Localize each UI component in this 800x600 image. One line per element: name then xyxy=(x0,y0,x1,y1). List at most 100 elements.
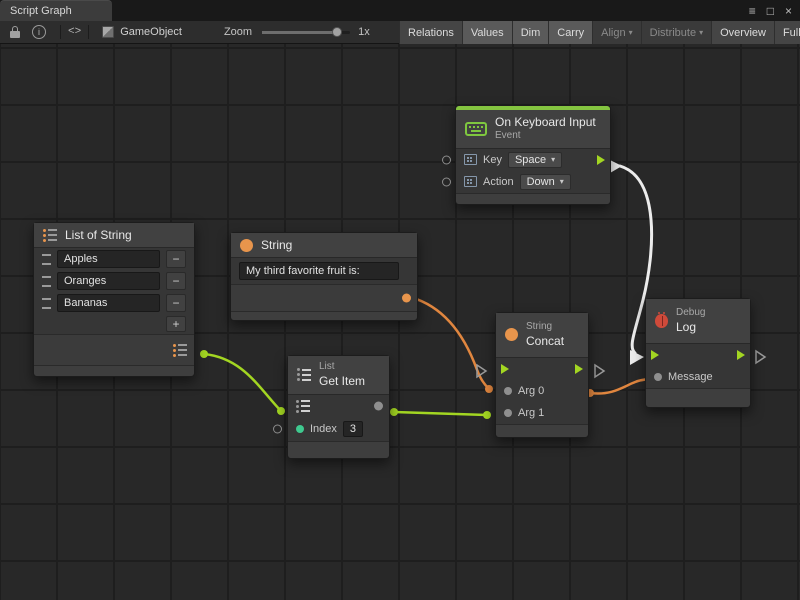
index-field[interactable]: 3 xyxy=(343,421,363,437)
menu-icon[interactable]: ≡ xyxy=(749,4,756,18)
carry-button[interactable]: Carry xyxy=(548,21,592,44)
maximize-icon[interactable]: □ xyxy=(767,4,774,18)
action-value-port[interactable] xyxy=(442,177,451,186)
node-footer xyxy=(456,193,610,204)
node-debug-log[interactable]: Debug Log Message xyxy=(645,298,751,408)
node-header[interactable]: List of String xyxy=(34,223,194,248)
action-row: Action Down ▾ xyxy=(456,171,610,193)
tab-title: Script Graph xyxy=(10,5,72,17)
overview-button[interactable]: Overview xyxy=(711,21,774,44)
dim-button[interactable]: Dim xyxy=(512,21,549,44)
align-button[interactable]: Align ▾ xyxy=(592,21,640,44)
index-port-dot[interactable] xyxy=(296,425,304,433)
list-item-field[interactable]: Apples xyxy=(57,250,160,268)
node-concat[interactable]: String Concat Arg 0 Arg 1 xyxy=(495,312,589,438)
key-label: Key xyxy=(483,154,502,166)
key-dropdown[interactable]: Space ▾ xyxy=(508,152,562,168)
fullscreen-button[interactable]: Full Screen xyxy=(774,21,800,44)
string-type-icon xyxy=(240,239,253,252)
zoom-slider[interactable] xyxy=(262,31,350,34)
lock-icon[interactable] xyxy=(10,31,20,38)
close-icon[interactable]: × xyxy=(785,4,792,18)
node-footer xyxy=(231,311,417,320)
node-footer xyxy=(288,441,389,458)
arg0-input-port[interactable] xyxy=(504,387,512,395)
event-flow-out-port[interactable] xyxy=(597,155,605,165)
message-row: Message xyxy=(646,366,750,388)
node-title: Log xyxy=(676,320,705,335)
tab-script-graph[interactable]: Script Graph xyxy=(0,0,112,21)
bug-icon xyxy=(655,314,668,328)
node-category: Debug xyxy=(676,307,705,320)
window-controls: ≡ □ × xyxy=(749,0,792,21)
string-output-port[interactable] xyxy=(402,294,411,303)
flow-out-arrow[interactable] xyxy=(575,364,583,374)
flow-out-arrow[interactable] xyxy=(737,350,745,360)
toolbar-divider xyxy=(88,25,89,39)
action-label: Action xyxy=(483,176,514,188)
list-item-field[interactable]: Oranges xyxy=(57,272,160,290)
node-string-literal[interactable]: String My third favorite fruit is: xyxy=(230,232,418,321)
zoom-label: Zoom xyxy=(224,26,252,38)
distribute-button[interactable]: Distribute ▾ xyxy=(641,21,711,44)
node-footer xyxy=(646,388,750,407)
relations-button[interactable]: Relations xyxy=(399,21,462,44)
string-value-row: My third favorite fruit is: xyxy=(231,258,417,284)
arg1-row: Arg 1 xyxy=(496,402,588,424)
node-header[interactable]: List Get Item xyxy=(288,356,389,395)
list-item-row: Bananas − xyxy=(34,292,194,314)
node-on-keyboard-input[interactable]: On Keyboard Input Event Key Space ▾ Acti… xyxy=(455,105,611,205)
zoom-slider-knob[interactable] xyxy=(332,27,342,37)
chevron-down-icon: ▾ xyxy=(551,155,555,164)
remove-item-button[interactable]: − xyxy=(166,250,186,268)
flow-in-arrow[interactable] xyxy=(501,364,509,374)
drag-handle-icon[interactable] xyxy=(42,276,51,287)
gameobject-cube-icon xyxy=(102,26,114,38)
list-icon xyxy=(43,229,57,242)
toolbar-divider xyxy=(60,25,61,39)
key-value-port[interactable] xyxy=(442,155,451,164)
zoom-slider-fill xyxy=(262,31,336,34)
arg0-row: Arg 0 xyxy=(496,380,588,402)
values-button[interactable]: Values xyxy=(462,21,512,44)
message-input-port[interactable] xyxy=(654,373,662,381)
drag-handle-icon[interactable] xyxy=(42,298,51,309)
index-label: Index xyxy=(310,423,337,435)
list-item-row: Oranges − xyxy=(34,270,194,292)
list-input-port[interactable] xyxy=(296,400,310,413)
node-header[interactable]: On Keyboard Input Event xyxy=(456,110,610,149)
node-category: List xyxy=(319,361,365,374)
code-icon[interactable] xyxy=(68,26,81,38)
flow-row xyxy=(646,344,750,366)
list-output-row xyxy=(34,334,194,365)
node-title: Concat xyxy=(526,334,564,349)
drag-handle-icon[interactable] xyxy=(42,254,51,265)
list-item-field[interactable]: Bananas xyxy=(57,294,160,312)
add-item-button[interactable]: + xyxy=(166,316,186,332)
node-header[interactable]: Debug Log xyxy=(646,299,750,344)
node-header[interactable]: String xyxy=(231,233,417,258)
node-get-item[interactable]: List Get Item Index 3 xyxy=(287,355,390,459)
arg1-input-port[interactable] xyxy=(504,409,512,417)
remove-item-button[interactable]: − xyxy=(166,272,186,290)
item-output-port[interactable] xyxy=(374,402,383,411)
keycode-icon xyxy=(464,176,477,187)
string-value-field[interactable]: My third favorite fruit is: xyxy=(239,262,399,280)
graph-toolbar: GameObject Zoom 1x Relations Values Dim … xyxy=(0,21,800,44)
index-input-port[interactable] xyxy=(273,425,282,434)
flow-row xyxy=(496,358,588,380)
node-list-of-string[interactable]: List of String Apples − Oranges − Banana… xyxy=(33,222,195,377)
node-category: String xyxy=(526,321,564,334)
list-output-port[interactable] xyxy=(173,344,187,357)
arg0-label: Arg 0 xyxy=(518,385,544,397)
chevron-down-icon: ▾ xyxy=(560,177,564,186)
gameobject-label[interactable]: GameObject xyxy=(120,26,182,38)
node-header[interactable]: String Concat xyxy=(496,313,588,358)
flow-in-arrow[interactable] xyxy=(651,350,659,360)
info-icon[interactable] xyxy=(32,25,46,39)
key-row: Key Space ▾ xyxy=(456,149,610,171)
keycode-icon xyxy=(464,154,477,165)
action-dropdown[interactable]: Down ▾ xyxy=(520,174,571,190)
arg1-label: Arg 1 xyxy=(518,407,544,419)
remove-item-button[interactable]: − xyxy=(166,294,186,312)
